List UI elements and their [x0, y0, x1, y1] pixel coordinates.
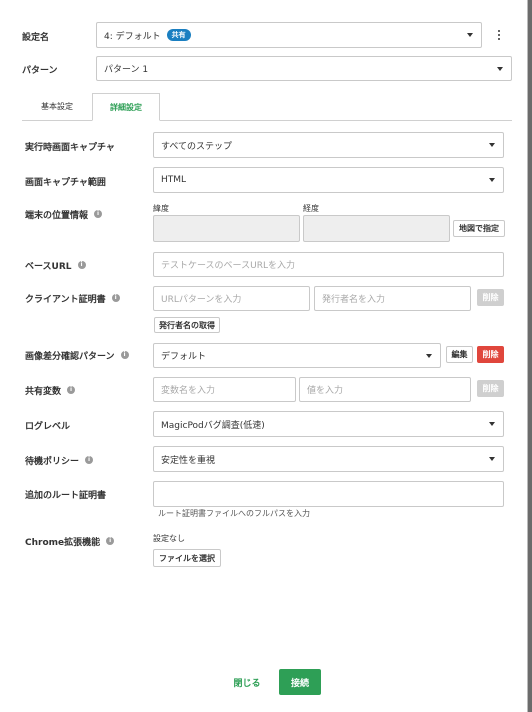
base-url-label: ベースURL i: [25, 259, 86, 272]
image-diff-edit-button[interactable]: 編集: [446, 346, 473, 363]
chevron-down-icon: [489, 457, 495, 461]
config-name-label: 設定名: [22, 32, 50, 43]
cert-url-pattern-input[interactable]: URLパターンを入力: [153, 286, 310, 311]
info-icon[interactable]: i: [67, 386, 76, 394]
map-select-button[interactable]: 地図で指定: [453, 220, 505, 237]
capture-select[interactable]: すべてのステップ: [153, 132, 504, 158]
root-cert-hint: ルート証明書ファイルへのフルパスを入力: [158, 509, 310, 518]
shared-var-value-input[interactable]: 値を入力: [299, 377, 471, 402]
location-label: 端末の位置情報 i: [25, 208, 103, 221]
base-url-input[interactable]: テストケースのベースURLを入力: [153, 252, 504, 277]
info-icon[interactable]: i: [111, 294, 120, 302]
pattern-select[interactable]: パターン 1: [96, 56, 512, 81]
chevron-down-icon: [497, 66, 503, 71]
tab-detail[interactable]: 詳細設定: [92, 93, 160, 121]
cert-delete-button[interactable]: 削除: [477, 289, 504, 306]
chrome-ext-status: 設定なし: [153, 534, 185, 543]
settings-dialog: 設定名 4: デフォルト 共有 パターン パターン 1 基本設定 詳細設定 実行…: [0, 0, 528, 712]
config-name-value: 4: デフォルト: [104, 31, 161, 42]
root-cert-input[interactable]: [153, 481, 504, 507]
image-diff-value: デフォルト: [161, 352, 207, 362]
wait-policy-value: 安定性を重視: [161, 455, 216, 466]
chevron-down-icon: [467, 33, 473, 37]
info-icon[interactable]: i: [120, 351, 129, 359]
chrome-ext-label-text: Chrome拡張機能: [25, 537, 101, 548]
chevron-down-icon: [489, 178, 495, 182]
shared-vars-label: 共有変数 i: [25, 384, 76, 397]
chrome-ext-label: Chrome拡張機能 i: [25, 535, 115, 548]
shared-badge: 共有: [166, 29, 191, 41]
info-icon[interactable]: i: [106, 537, 115, 545]
cert-issuer-input[interactable]: 発行者名を入力: [314, 286, 471, 311]
info-icon[interactable]: i: [77, 261, 86, 269]
more-options-icon[interactable]: [498, 30, 501, 42]
capture-range-value: HTML: [161, 175, 187, 185]
pattern-value: パターン 1: [104, 65, 149, 75]
capture-range-label: 画面キャプチャ範囲: [25, 177, 106, 188]
wait-policy-label-text: 待機ポリシー: [25, 456, 80, 467]
image-diff-delete-button[interactable]: 削除: [477, 346, 504, 363]
info-icon[interactable]: i: [94, 210, 103, 218]
capture-label: 実行時画面キャプチャ: [25, 142, 115, 153]
choose-file-button[interactable]: ファイルを選択: [153, 549, 221, 567]
log-level-label: ログレベル: [25, 421, 71, 432]
shared-vars-label-text: 共有変数: [25, 386, 62, 397]
close-button[interactable]: 閉じる: [222, 675, 272, 689]
log-level-select[interactable]: MagicPodバグ調査(低速): [153, 411, 504, 437]
connect-button[interactable]: 接続: [279, 669, 321, 695]
image-diff-label: 画像差分確認パターン i: [25, 349, 129, 362]
image-diff-label-text: 画像差分確認パターン: [25, 351, 115, 362]
latitude-label: 緯度: [153, 204, 169, 213]
chevron-down-icon: [489, 143, 495, 147]
client-cert-label-text: クライアント証明書: [25, 294, 106, 305]
image-diff-select[interactable]: デフォルト: [153, 343, 441, 368]
client-cert-label: クライアント証明書 i: [25, 292, 120, 305]
longitude-label: 経度: [303, 204, 319, 213]
config-name-select[interactable]: 4: デフォルト 共有: [96, 22, 482, 48]
shared-var-delete-button[interactable]: 削除: [477, 380, 504, 397]
location-label-text: 端末の位置情報: [25, 210, 89, 221]
capture-value: すべてのステップ: [161, 141, 233, 152]
capture-range-select[interactable]: HTML: [153, 167, 504, 193]
wait-policy-label: 待機ポリシー i: [25, 454, 94, 467]
fetch-issuer-button[interactable]: 発行者名の取得: [154, 317, 220, 333]
shared-var-name-input[interactable]: 変数名を入力: [153, 377, 296, 402]
info-icon[interactable]: i: [85, 456, 94, 464]
tab-basic[interactable]: 基本設定: [28, 96, 86, 116]
pattern-label: パターン: [22, 65, 58, 76]
chevron-down-icon: [489, 422, 495, 426]
log-level-value: MagicPodバグ調査(低速): [161, 420, 265, 431]
latitude-input[interactable]: [153, 215, 300, 242]
root-cert-label: 追加のルート証明書: [25, 490, 107, 501]
base-url-label-text: ベースURL: [25, 261, 72, 272]
chevron-down-icon: [426, 353, 432, 358]
longitude-input[interactable]: [303, 215, 450, 242]
wait-policy-select[interactable]: 安定性を重視: [153, 446, 504, 472]
